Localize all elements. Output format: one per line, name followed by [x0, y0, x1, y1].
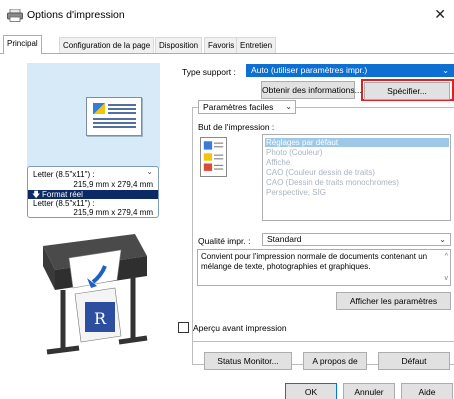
printer-icon [7, 9, 23, 22]
image-thumbnail-icon [93, 103, 105, 114]
printer-illustration: R [43, 234, 148, 355]
default-button[interactable]: Défaut [378, 352, 450, 370]
list-item[interactable]: Photo (Couleur) [266, 148, 322, 157]
preview-checkbox-label: Aperçu avant impression [193, 323, 287, 333]
list-item[interactable]: CAO (Dessin de traits monochromes) [266, 178, 399, 187]
divider [192, 341, 454, 342]
get-info-button[interactable]: Obtenir des informations... [261, 81, 362, 99]
list-item[interactable]: Affiche [266, 158, 290, 167]
media-type-value: Auto (utiliser paramètres impr.) [251, 65, 368, 75]
output-size-name: Letter (8.5"x11") : [33, 199, 95, 208]
actual-size-bar: 🡇 Format réel [28, 190, 158, 199]
description-text: Convient pour l'impression normale de do… [201, 252, 428, 271]
svg-text:R: R [94, 309, 107, 328]
cancel-button[interactable]: Annuler [343, 383, 395, 399]
settings-mode-select[interactable]: Paramètres faciles ⌄ [198, 100, 296, 114]
tab-principal[interactable]: Principal [3, 35, 42, 54]
paper-size-info[interactable]: Letter (8.5"x11") : ⌄ 215,9 mm x 279,4 m… [27, 166, 159, 218]
chevron-down-icon: ⌄ [285, 102, 292, 111]
scroll-up-icon[interactable]: ^ [445, 252, 448, 262]
scroll-down-icon[interactable]: v [445, 274, 449, 284]
chevron-down-icon: ⌄ [146, 167, 153, 176]
chevron-down-icon: ⌄ [442, 66, 449, 75]
print-goal-list[interactable]: Réglages par défaut Photo (Couleur) Affi… [262, 134, 451, 221]
source-size-dims: 215,9 mm x 279,4 mm [73, 180, 153, 189]
print-quality-value: Standard [267, 234, 302, 244]
ok-button[interactable]: OK [285, 383, 337, 399]
print-goal-thumbnail [200, 137, 227, 177]
tab-layout[interactable]: Disposition [155, 37, 203, 53]
output-size-dims: 215,9 mm x 279,4 mm [73, 208, 153, 217]
print-quality-label: Qualité impr. : [198, 236, 251, 246]
source-size-name: Letter (8.5"x11") : [33, 170, 95, 179]
print-quality-select[interactable]: Standard ⌄ [262, 233, 451, 246]
arrow-down-icon: 🡇 [32, 190, 41, 199]
tab-favorites[interactable]: Favoris [204, 37, 239, 53]
list-item[interactable]: Réglages par défaut [265, 138, 449, 147]
print-goal-label: But de l'impression : [198, 122, 275, 132]
list-item[interactable]: CAO (Couleur dessin de traits) [266, 168, 375, 177]
specify-button[interactable]: Spécifier... [364, 82, 450, 100]
tab-page-setup[interactable]: Configuration de la page [59, 37, 155, 53]
list-item[interactable]: Perspective, SIG [266, 188, 326, 197]
main-panel: Letter (8.5"x11") : ⌄ 215,9 mm x 279,4 m… [0, 53, 454, 399]
settings-mode-value: Paramètres faciles [203, 102, 274, 112]
tab-maintenance[interactable]: Entretien [236, 37, 277, 53]
paper-preview [86, 97, 142, 136]
page-preview [27, 63, 160, 168]
title-bar: Options d'impression ✕ [0, 0, 454, 28]
actual-size-label: Format réel [42, 190, 83, 199]
media-type-label: Type support : [182, 67, 236, 77]
show-settings-button[interactable]: Afficher les paramètres [336, 292, 451, 310]
chevron-down-icon: ⌄ [439, 235, 446, 244]
description-box: Convient pour l'impression normale de do… [197, 249, 451, 286]
status-monitor-button[interactable]: Status Monitor... [204, 352, 292, 370]
close-icon[interactable]: ✕ [434, 6, 446, 23]
media-type-select[interactable]: Auto (utiliser paramètres impr.) ⌄ [246, 64, 454, 77]
preview-checkbox[interactable] [178, 322, 189, 333]
help-button[interactable]: Aide [401, 383, 453, 399]
about-button[interactable]: A propos de [303, 352, 367, 370]
window-title: Options d'impression [27, 9, 125, 21]
tab-bar: Principal Configuration de la page Dispo… [0, 35, 454, 54]
